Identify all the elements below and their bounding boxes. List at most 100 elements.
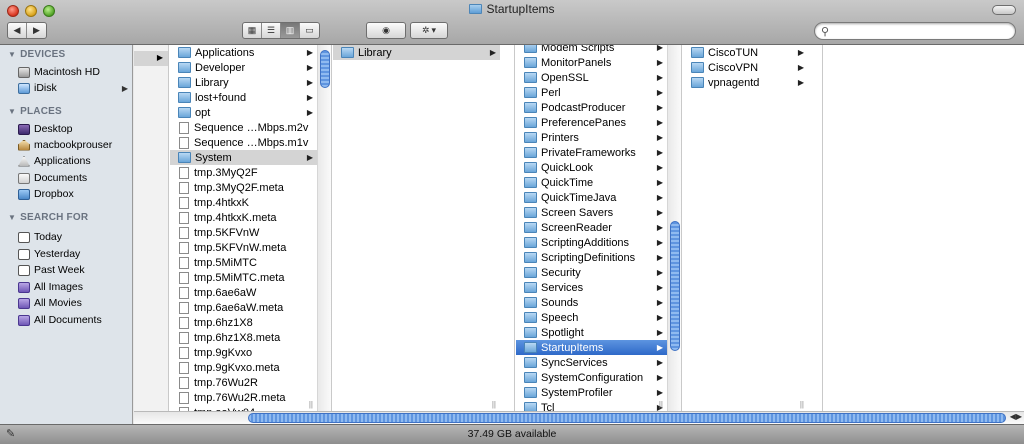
column-resize-grip[interactable]: ||: [492, 400, 496, 409]
folder-row[interactable]: CiscoVPN ▶: [683, 60, 808, 75]
column-root[interactable]: ▶: [134, 45, 169, 411]
folder-row[interactable]: OpenSSL ▶: [516, 70, 667, 85]
scrollbar-thumb[interactable]: [670, 221, 680, 351]
horizontal-scrollbar-thumb[interactable]: [248, 413, 1006, 423]
folder-row[interactable]: Developer ▶: [170, 60, 317, 75]
sidebar-item-dropbox[interactable]: Dropbox: [18, 186, 132, 202]
folder-row[interactable]: CiscoTUN ▶: [683, 45, 808, 60]
folder-row[interactable]: Library ▶: [333, 45, 500, 60]
file-row[interactable]: tmp.6hz1X8: [170, 315, 317, 330]
file-row[interactable]: tmp.5MiMTC.meta: [170, 270, 317, 285]
folder-row[interactable]: SystemConfiguration ▶: [516, 370, 667, 385]
sidebar-item-applications[interactable]: Applications: [18, 153, 132, 169]
list-view-button[interactable]: ☰: [262, 23, 281, 38]
back-button[interactable]: ◀: [8, 23, 27, 38]
search-input[interactable]: [835, 24, 1005, 38]
folder-row[interactable]: SystemProfiler ▶: [516, 385, 667, 400]
sidebar-item-past-week[interactable]: Past Week: [18, 262, 132, 278]
file-row[interactable]: tmp.4htkxK.meta: [170, 210, 317, 225]
file-row[interactable]: tmp.3MyQ2F: [170, 165, 317, 180]
sidebar-item-all-images[interactable]: All Images: [18, 279, 132, 295]
sidebar-item-macintosh-hd[interactable]: Macintosh HD: [18, 64, 132, 80]
column-library-contents[interactable]: Modem Scripts ▶ MonitorPanels ▶ OpenSSL ▶ Perl…: [516, 45, 682, 411]
folder-row[interactable]: Modem Scripts ▶: [516, 45, 667, 55]
horizontal-scrollbar[interactable]: ◀▶: [134, 411, 1024, 424]
sidebar-item-all-movies[interactable]: All Movies: [18, 295, 132, 311]
folder-row[interactable]: SyncServices ▶: [516, 355, 667, 370]
folder-row[interactable]: QuickLook ▶: [516, 160, 667, 175]
file-row[interactable]: tmp.9gKvxo: [170, 345, 317, 360]
file-row[interactable]: tmp.76Wu2R.meta: [170, 390, 317, 405]
scroll-arrows-icon[interactable]: ◀▶: [1010, 412, 1022, 421]
folder-row[interactable]: vpnagentd ▶: [683, 75, 808, 90]
sidebar-item-all-documents[interactable]: All Documents: [18, 312, 132, 328]
sidebar-item-documents[interactable]: Documents: [18, 170, 132, 186]
file-row[interactable]: tmp.5MiMTC: [170, 255, 317, 270]
column-root-contents[interactable]: Applications ▶ Developer ▶ Library ▶ lost+foun…: [170, 45, 332, 411]
column-view-button[interactable]: ▥: [281, 23, 300, 38]
column-vertical-scrollbar[interactable]: [667, 45, 681, 411]
quicklook-button[interactable]: ◉: [367, 23, 405, 38]
sidebar-item-yesterday[interactable]: Yesterday: [18, 246, 132, 262]
sidebar-section-devices[interactable]: ▼ DEVICES: [8, 49, 65, 60]
coverflow-view-button[interactable]: ▭: [300, 23, 319, 38]
folder-row[interactable]: QuickTimeJava ▶: [516, 190, 667, 205]
file-row[interactable]: tmp.6ae6aW.meta: [170, 300, 317, 315]
folder-row[interactable]: ScreenReader ▶: [516, 220, 667, 235]
file-row[interactable]: Sequence …Mbps.m1v: [170, 135, 317, 150]
sidebar-section-search-for[interactable]: ▼ SEARCH FOR: [8, 212, 88, 223]
action-menu-button[interactable]: ✲ ▾: [411, 23, 447, 38]
folder-row[interactable]: PreferencePanes ▶: [516, 115, 667, 130]
file-row[interactable]: tmp.5KFVnW: [170, 225, 317, 240]
sidebar-item-desktop[interactable]: Desktop: [18, 121, 132, 137]
folder-row[interactable]: Sounds ▶: [516, 295, 667, 310]
sidebar-section-places[interactable]: ▼ PLACES: [8, 106, 62, 117]
column-resize-grip[interactable]: ||: [309, 400, 313, 409]
column-empty[interactable]: [824, 45, 1024, 411]
folder-row[interactable]: StartupItems ▶: [516, 340, 667, 355]
folder-row[interactable]: ScriptingAdditions ▶: [516, 235, 667, 250]
folder-row[interactable]: Perl ▶: [516, 85, 667, 100]
folder-row[interactable]: opt ▶: [170, 105, 317, 120]
file-row[interactable]: tmp.6ae6aW: [170, 285, 317, 300]
folder-row[interactable]: Printers ▶: [516, 130, 667, 145]
column-resize-grip[interactable]: ||: [659, 400, 663, 409]
root-selection[interactable]: ▶: [134, 51, 168, 66]
folder-row[interactable]: PrivateFrameworks ▶: [516, 145, 667, 160]
folder-row[interactable]: QuickTime ▶: [516, 175, 667, 190]
file-row[interactable]: tmp.6hz1X8.meta: [170, 330, 317, 345]
file-row[interactable]: tmp.4htkxK: [170, 195, 317, 210]
folder-row[interactable]: System ▶: [170, 150, 317, 165]
sidebar-item-today[interactable]: Today: [18, 229, 132, 245]
file-row[interactable]: tmp.3MyQ2F.meta: [170, 180, 317, 195]
folder-row[interactable]: Library ▶: [170, 75, 317, 90]
folder-icon: [178, 77, 191, 88]
folder-row[interactable]: PodcastProducer ▶: [516, 100, 667, 115]
toolbar-toggle-button[interactable]: [992, 5, 1016, 15]
icon-view-button[interactable]: ▦: [243, 23, 262, 38]
file-row[interactable]: Sequence …Mbps.m2v: [170, 120, 317, 135]
file-row[interactable]: tmp.9gKvxo.meta: [170, 360, 317, 375]
forward-button[interactable]: ▶: [27, 23, 46, 38]
search-field[interactable]: ⚲: [814, 22, 1016, 40]
folder-row[interactable]: Speech ▶: [516, 310, 667, 325]
sidebar-item-idisk[interactable]: iDisk ▶: [18, 80, 132, 96]
folder-row[interactable]: Applications ▶: [170, 45, 317, 60]
scrollbar-thumb[interactable]: [320, 50, 330, 88]
folder-row[interactable]: Screen Savers ▶: [516, 205, 667, 220]
document-icon: [179, 301, 189, 314]
folder-row[interactable]: Services ▶: [516, 280, 667, 295]
folder-row[interactable]: lost+found ▶: [170, 90, 317, 105]
column-resize-grip[interactable]: ||: [800, 400, 804, 409]
file-row[interactable]: tmp.76Wu2R: [170, 375, 317, 390]
column-startupitems-contents[interactable]: CiscoTUN ▶ CiscoVPN ▶ vpnagentd ▶ ||: [683, 45, 823, 411]
file-row[interactable]: tmp.5KFVnW.meta: [170, 240, 317, 255]
sidebar-item-home[interactable]: macbookprouser: [18, 137, 132, 153]
column-system-contents[interactable]: Library ▶ ||: [333, 45, 515, 411]
folder-row[interactable]: Tcl ▶: [516, 400, 667, 411]
folder-row[interactable]: ScriptingDefinitions ▶: [516, 250, 667, 265]
folder-row[interactable]: MonitorPanels ▶: [516, 55, 667, 70]
folder-row[interactable]: Security ▶: [516, 265, 667, 280]
column-vertical-scrollbar[interactable]: [317, 45, 331, 411]
folder-row[interactable]: Spotlight ▶: [516, 325, 667, 340]
